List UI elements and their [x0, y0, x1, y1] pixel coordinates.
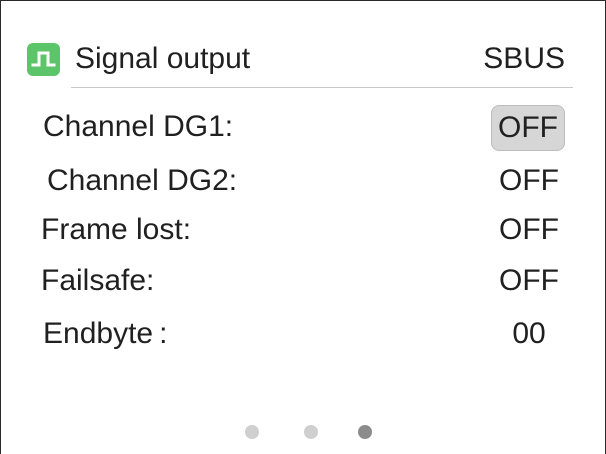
page-dot-2[interactable] [304, 425, 318, 439]
signal-output-screen: Signal output SBUS Channel DG1: OFF Chan… [0, 0, 606, 454]
header-title: Signal output [75, 42, 251, 75]
channel-dg2-value[interactable]: OFF [499, 159, 559, 203]
page-dot-1[interactable] [245, 425, 259, 439]
row-failsafe[interactable]: Failsafe: OFF [1, 259, 605, 307]
row-label: Channel DG2: [47, 164, 238, 197]
square-wave-icon [27, 43, 60, 76]
signal-protocol-value[interactable]: SBUS [483, 39, 565, 79]
settings-header: Signal output SBUS [27, 39, 565, 87]
failsafe-value[interactable]: OFF [499, 259, 559, 303]
row-endbyte[interactable]: Endbyte : 00 [1, 312, 605, 360]
channel-dg1-value[interactable]: OFF [491, 105, 565, 151]
row-frame-lost[interactable]: Frame lost: OFF [1, 208, 605, 256]
frame-lost-value[interactable]: OFF [499, 208, 559, 252]
endbyte-value[interactable]: 00 [499, 312, 559, 356]
page-dot-3[interactable] [358, 425, 372, 439]
row-label: Frame lost: [41, 213, 192, 246]
header-divider [71, 87, 573, 88]
page-indicator [1, 425, 605, 441]
row-channel-dg2[interactable]: Channel DG2: OFF [1, 159, 605, 207]
row-channel-dg1[interactable]: Channel DG1: OFF [1, 105, 605, 153]
row-label: Endbyte : [43, 317, 168, 350]
row-label: Failsafe: [41, 264, 155, 297]
row-label: Channel DG1: [43, 110, 234, 143]
